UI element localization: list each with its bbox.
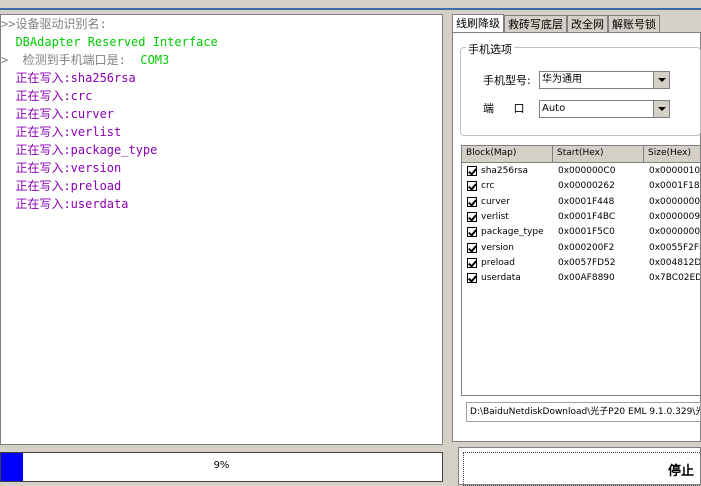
chevron-down-icon[interactable] — [653, 72, 669, 88]
cell-size: 0x0055F2F8 — [649, 242, 701, 253]
cell-start: 0x0001F4BC — [558, 211, 616, 222]
cell-block: curver — [481, 196, 510, 207]
table-row[interactable]: verlist 0x0001F4BC 0x0000009D — [462, 210, 701, 225]
port-select-value: Auto — [542, 103, 566, 114]
log-port-value: COM3 — [125, 53, 170, 67]
tab-full-network[interactable]: 改全网 — [567, 15, 608, 32]
log-line: 正在写入:verlist — [1, 125, 122, 139]
table-row[interactable]: package_type 0x0001F5C0 0x0000000F — [462, 225, 701, 240]
model-select-value: 华为通用 — [542, 74, 582, 85]
cell-block: preload — [481, 257, 515, 268]
cell-block: userdata — [481, 273, 521, 284]
port-label: 端 口 — [483, 102, 533, 115]
tab-unbrick[interactable]: 救砖写底层 — [504, 15, 567, 32]
column-size[interactable]: Size(Hex) — [644, 146, 700, 162]
row-checkbox[interactable] — [467, 257, 477, 268]
cell-size: 0x004812D4 — [649, 257, 701, 268]
cell-start: 0x000000C0 — [558, 166, 616, 176]
log-line: 正在写入:userdata — [1, 197, 129, 211]
log-line: 正在写入:preload — [1, 179, 122, 193]
stop-button-label: 停止 — [668, 464, 695, 479]
cell-size: 0x7BC02ED5 — [649, 273, 700, 284]
cell-size: 0x0001F182 — [649, 181, 701, 192]
table-row[interactable]: preload 0x0057FD52 0x004812D4 — [462, 256, 701, 271]
phone-options-title: 手机选项 — [466, 41, 514, 57]
firmware-path-field[interactable]: D:\BaiduNetdiskDownload\光子P20 EML 9.1.0.… — [466, 402, 701, 422]
tab-unlock-account[interactable]: 解账号锁 — [608, 15, 660, 32]
log-panel: >>设备驱动识别名: DBAdapter Reserved Interface … — [0, 14, 443, 445]
port-select[interactable]: Auto — [539, 100, 670, 118]
model-label: 手机型号: — [483, 74, 531, 87]
cell-size: 0x0000009D — [649, 211, 701, 222]
column-start[interactable]: Start(Hex) — [553, 146, 644, 162]
row-checkbox[interactable] — [467, 242, 477, 253]
cell-block: verlist — [481, 211, 509, 222]
block-table: Block(Map) Start(Hex) Size(Hex) sha256rs… — [461, 145, 701, 396]
stop-button[interactable]: 停止 — [458, 447, 701, 486]
tab-flash-downgrade[interactable]: 线刷降级 — [452, 14, 504, 32]
focus-outline — [463, 452, 701, 486]
cell-start: 0x0057FD52 — [558, 257, 616, 268]
log-line: 正在写入:sha256rsa — [1, 71, 136, 85]
log-line: 正在写入:package_type — [1, 143, 158, 157]
cell-block: package_type — [481, 227, 544, 238]
cell-size: 0x0000000F — [649, 227, 701, 238]
title-strip — [0, 0, 701, 10]
row-checkbox[interactable] — [467, 196, 477, 207]
table-row[interactable]: curver 0x0001F448 0x0000000F — [462, 195, 701, 210]
chevron-down-icon[interactable] — [653, 101, 669, 117]
row-checkbox[interactable] — [467, 227, 477, 238]
progress-label: 9% — [213, 460, 230, 471]
row-checkbox[interactable] — [467, 273, 477, 284]
row-checkbox[interactable] — [467, 211, 477, 222]
cell-start: 0x0001F448 — [558, 196, 615, 207]
row-checkbox[interactable] — [467, 181, 477, 192]
log-line: 正在写入:version — [1, 161, 122, 175]
phone-options-group — [460, 47, 701, 136]
log-line: 正在写入:curver — [1, 107, 115, 121]
tab-strip: 线刷降级 救砖写底层 改全网 解账号锁 — [452, 14, 660, 33]
log-port-label: > 检测到手机端口是: — [1, 53, 126, 67]
cell-block: version — [481, 242, 514, 253]
column-block[interactable]: Block(Map) — [462, 146, 553, 162]
table-row[interactable]: crc 0x00000262 0x0001F182 — [462, 179, 701, 194]
table-row[interactable]: userdata 0x00AF8890 0x7BC02ED5 — [462, 271, 700, 286]
log-line: >>设备驱动识别名: — [1, 17, 107, 31]
cell-start: 0x00000262 — [558, 181, 615, 192]
table-header: Block(Map) Start(Hex) Size(Hex) — [462, 146, 700, 163]
cell-start: 0x000200F2 — [558, 242, 615, 253]
cell-start: 0x00AF8890 — [558, 273, 615, 284]
cell-start: 0x0001F5C0 — [558, 227, 615, 238]
cell-block: crc — [481, 181, 495, 192]
table-row[interactable]: sha256rsa 0x000000C0 0x00000100 — [462, 164, 701, 179]
cell-size: 0x00000100 — [649, 166, 701, 176]
log-line: DBAdapter Reserved Interface — [1, 35, 218, 49]
cell-block: sha256rsa — [481, 166, 528, 176]
table-row[interactable]: version 0x000200F2 0x0055F2F8 — [462, 241, 701, 256]
progress-bar: 9% — [0, 452, 443, 482]
cell-size: 0x0000000F — [649, 196, 701, 207]
model-select[interactable]: 华为通用 — [539, 71, 670, 89]
log-line: > 检测到手机端口是: COM3 — [1, 51, 442, 69]
row-checkbox[interactable] — [467, 166, 477, 176]
log-line: 正在写入:crc — [1, 89, 93, 103]
